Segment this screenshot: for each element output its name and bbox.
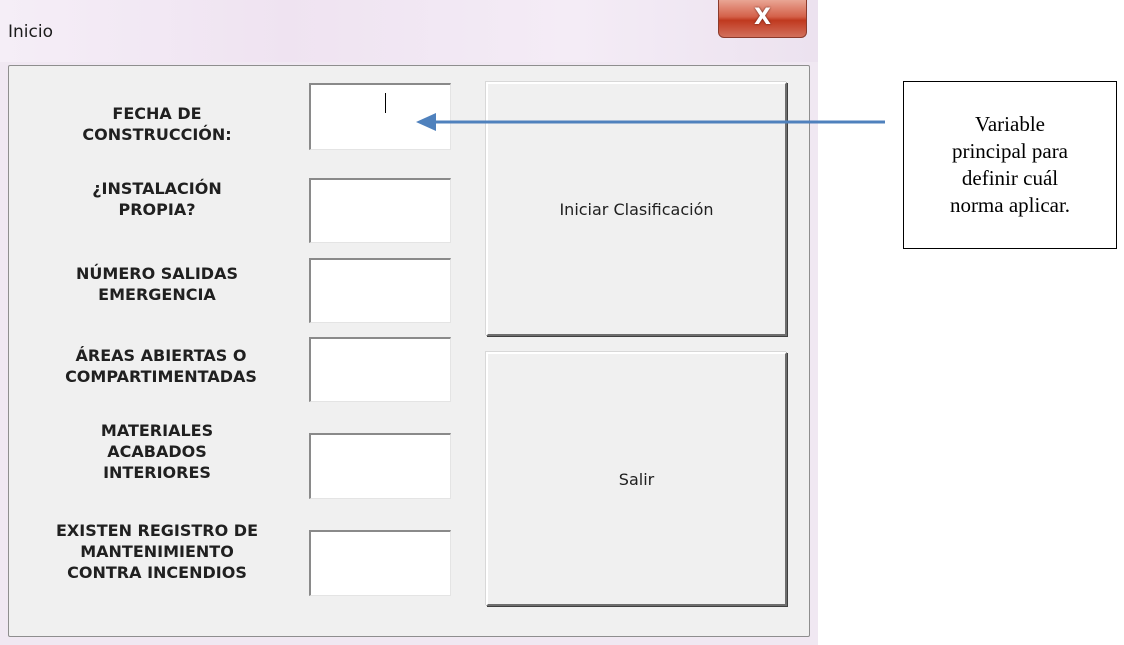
callout-text: Variable principal para definir cuál nor… [949,112,1071,217]
annotation-callout: Variable principal para definir cuál nor… [903,81,1117,249]
arrow-head [416,113,436,131]
